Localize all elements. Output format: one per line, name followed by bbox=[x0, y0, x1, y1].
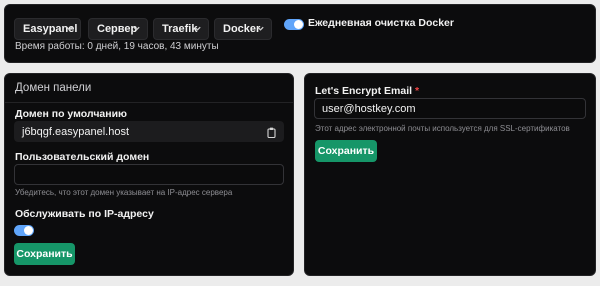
required-mark: * bbox=[414, 85, 420, 97]
chevron-down-icon bbox=[133, 26, 140, 31]
section-divider bbox=[5, 102, 293, 103]
default-domain-field[interactable]: j6bqgf.easypanel.host bbox=[14, 121, 284, 142]
daily-cleanup-toggle[interactable] bbox=[284, 19, 304, 30]
uptime-text: Время работы: 0 дней, 19 часов, 43 минут… bbox=[15, 41, 219, 52]
panel-domain-title: Домен панели bbox=[15, 82, 92, 94]
letsencrypt-email-value: user@hostkey.com bbox=[322, 102, 416, 115]
server-menu-button[interactable]: Сервер bbox=[88, 18, 148, 40]
letsencrypt-email-input[interactable]: user@hostkey.com bbox=[314, 98, 586, 119]
chevron-down-icon bbox=[257, 26, 264, 31]
default-domain-value: j6bqgf.easypanel.host bbox=[22, 125, 130, 138]
docker-menu-button[interactable]: Docker bbox=[214, 18, 272, 40]
custom-domain-input[interactable] bbox=[14, 164, 284, 185]
toggle-knob bbox=[24, 226, 33, 235]
panel-domain-save-button[interactable]: Сохранить bbox=[14, 243, 75, 265]
easypanel-menu-button[interactable]: Easypanel bbox=[14, 18, 81, 40]
default-domain-label: Домен по умолчанию bbox=[15, 108, 128, 120]
letsencrypt-email-hint: Этот адрес электронной почты используетс… bbox=[315, 124, 570, 133]
serve-by-ip-label: Обслуживать по IP-адресу bbox=[15, 208, 154, 220]
toggle-knob bbox=[294, 20, 303, 29]
letsencrypt-card: Let's Encrypt Email * user@hostkey.com Э… bbox=[304, 73, 596, 276]
chevron-down-icon bbox=[194, 26, 201, 31]
serve-by-ip-toggle[interactable] bbox=[14, 225, 34, 236]
chevron-down-icon bbox=[66, 26, 73, 31]
letsencrypt-email-label: Let's Encrypt Email * bbox=[315, 85, 419, 97]
save-button-label: Сохранить bbox=[317, 145, 375, 157]
panel-domain-card: Домен панели Домен по умолчанию j6bqgf.e… bbox=[4, 73, 294, 276]
save-button-label: Сохранить bbox=[16, 248, 73, 260]
custom-domain-label: Пользовательский домен bbox=[15, 151, 150, 163]
clipboard-icon[interactable] bbox=[267, 127, 276, 138]
traefik-menu-button[interactable]: Traefik bbox=[153, 18, 209, 40]
custom-domain-hint: Убедитесь, что этот домен указывает на I… bbox=[15, 188, 233, 197]
daily-cleanup-label: Ежедневная очистка Docker bbox=[308, 17, 454, 29]
docker-menu-label: Docker bbox=[223, 23, 261, 35]
letsencrypt-save-button[interactable]: Сохранить bbox=[315, 140, 377, 162]
server-toolbar-card: Easypanel Сервер Traefik Docker Ежедневн… bbox=[4, 4, 596, 63]
letsencrypt-email-label-text: Let's Encrypt Email bbox=[315, 85, 413, 97]
